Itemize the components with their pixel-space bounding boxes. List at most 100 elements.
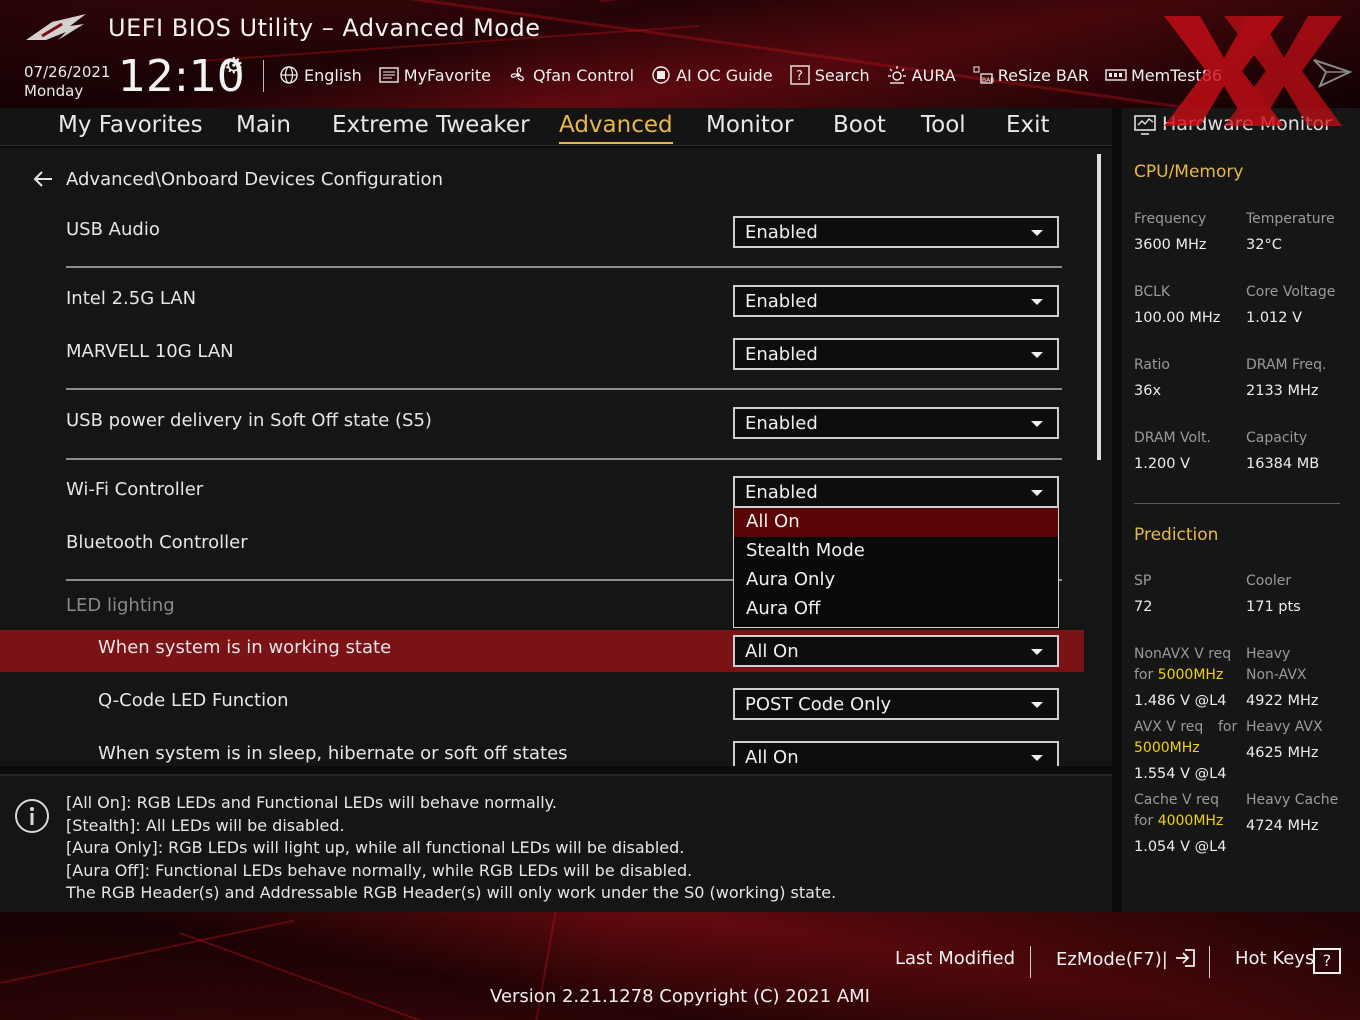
fan-icon xyxy=(510,67,524,82)
tab-tool[interactable]: Tool xyxy=(921,112,966,138)
wifi-controller-label: Wi-Fi Controller xyxy=(66,479,204,500)
sleep-state-dropdown[interactable]: All On xyxy=(733,741,1059,766)
tab-extreme-tweaker[interactable]: Extreme Tweaker xyxy=(332,112,530,138)
usb-audio-dropdown[interactable]: Enabled xyxy=(733,216,1059,248)
sleep-state-value: All On xyxy=(745,747,799,766)
scrollbar[interactable] xyxy=(1097,154,1101,460)
usb-power-s5-value: Enabled xyxy=(745,413,818,434)
chevron-down-icon xyxy=(1031,421,1043,427)
tab-monitor[interactable]: Monitor xyxy=(706,112,793,138)
nonavx-vreq-value: 1.486 V @L4 xyxy=(1134,693,1227,709)
app-title: UEFI BIOS Utility – Advanced Mode xyxy=(108,14,541,42)
help-text: [All On]: RGB LEDs and Functional LEDs w… xyxy=(66,792,836,905)
language-label: English xyxy=(304,65,362,85)
hardware-monitor-panel: Hardware Monitor CPU/Memory Frequency 36… xyxy=(1120,108,1360,912)
heavy-nonavx-key-1: Heavy xyxy=(1246,646,1291,662)
ezmode-button[interactable]: EzMode(F7)| xyxy=(1056,948,1196,970)
ratio-key: Ratio xyxy=(1134,357,1170,373)
dram-freq-value: 2133 MHz xyxy=(1246,383,1319,399)
tab-exit[interactable]: Exit xyxy=(1006,112,1050,138)
search-label: Search xyxy=(814,65,870,85)
heavy-nonavx-key-2: Non-AVX xyxy=(1246,667,1307,683)
language-button[interactable]: English xyxy=(278,65,362,85)
working-state-label: When system is in working state xyxy=(98,637,392,658)
popup-option-all-on[interactable]: All On xyxy=(734,508,1058,537)
chevron-down-icon xyxy=(1031,299,1043,305)
rog-logo xyxy=(26,14,86,40)
aura-label: AURA xyxy=(911,65,956,85)
gear-icon[interactable]: ⚙ xyxy=(224,54,244,79)
svg-text:?: ? xyxy=(796,69,803,84)
usb-audio-label: USB Audio xyxy=(66,219,160,240)
popup-option-aura-off[interactable]: Aura Off xyxy=(734,595,1058,624)
globe-icon xyxy=(280,66,298,84)
avx-target-freq: 5000MHz xyxy=(1134,740,1200,756)
ezmode-label: EzMode(F7)| xyxy=(1056,949,1168,970)
intel-lan-dropdown[interactable]: Enabled xyxy=(733,285,1059,317)
chevron-down-icon xyxy=(1031,702,1043,708)
breadcrumb: Advanced\Onboard Devices Configuration xyxy=(66,169,443,190)
heavy-avx-value: 4625 MHz xyxy=(1246,745,1319,761)
nonavx-target-freq: 5000MHz xyxy=(1157,667,1224,683)
marvell-lan-value: Enabled xyxy=(745,344,818,365)
qfan-control-label: Qfan Control xyxy=(533,65,635,85)
chevron-down-icon xyxy=(1031,755,1043,761)
temperature-key: Temperature xyxy=(1246,211,1335,227)
hot-keys-button[interactable]: Hot Keys xyxy=(1235,948,1314,969)
exit-arrow-icon xyxy=(1175,949,1195,967)
back-arrow-icon[interactable] xyxy=(32,168,54,190)
tab-advanced[interactable]: Advanced xyxy=(559,112,673,144)
favorite-list-icon xyxy=(379,67,399,83)
sp-key: SP xyxy=(1134,573,1152,589)
myfavorite-button[interactable]: MyFavorite xyxy=(378,65,491,85)
capacity-value: 16384 MB xyxy=(1246,456,1320,472)
core-voltage-key: Core Voltage xyxy=(1246,284,1336,300)
core-voltage-value: 1.012 V xyxy=(1246,310,1303,326)
question-box-icon[interactable]: ? xyxy=(1313,948,1341,974)
cache-vreq-key: Cache V req xyxy=(1134,792,1219,808)
frequency-key: Frequency xyxy=(1134,211,1207,227)
heavy-nonavx-value: 4922 MHz xyxy=(1246,693,1319,709)
qcode-led-dropdown[interactable]: POST Code Only xyxy=(733,688,1059,720)
working-state-value: All On xyxy=(745,641,799,662)
marvell-lan-dropdown[interactable]: Enabled xyxy=(733,338,1059,370)
cache-target-freq: 4000MHz xyxy=(1157,813,1224,829)
last-modified-button[interactable]: Last Modified xyxy=(895,948,1015,969)
wifi-controller-dropdown[interactable]: Enabled xyxy=(733,476,1059,508)
ai-oc-guide-button[interactable]: AI OC Guide xyxy=(650,65,773,85)
for-text: for xyxy=(1134,813,1158,829)
qfan-control-button[interactable]: Qfan Control xyxy=(507,65,634,85)
question-box-icon: ? xyxy=(789,65,810,85)
aura-button[interactable]: AURA xyxy=(886,65,956,85)
ai-chip-icon xyxy=(652,66,670,84)
version-text: Version 2.21.1278 Copyright (C) 2021 AMI xyxy=(490,986,870,1007)
sleep-state-label: When system is in sleep, hibernate or so… xyxy=(98,743,568,764)
tab-boot[interactable]: Boot xyxy=(833,112,886,138)
heavy-cache-key: Heavy Cache xyxy=(1246,792,1339,808)
usb-power-s5-label: USB power delivery in Soft Off state (S5… xyxy=(66,410,432,431)
dram-volt-value: 1.200 V xyxy=(1134,456,1191,472)
bclk-value: 100.00 MHz xyxy=(1134,310,1221,326)
tab-my-favorites[interactable]: My Favorites xyxy=(58,112,203,138)
help-line: [Stealth]: All LEDs will be disabled. xyxy=(66,815,345,835)
header-bar: UEFI BIOS Utility – Advanced Mode 07/26/… xyxy=(0,0,1360,108)
marvell-lan-label: MARVELL 10G LAN xyxy=(66,341,234,362)
heavy-avx-key: Heavy AVX xyxy=(1246,719,1323,735)
divider xyxy=(66,458,1062,460)
tab-main[interactable]: Main xyxy=(236,112,291,138)
popup-option-stealth-mode[interactable]: Stealth Mode xyxy=(734,537,1058,566)
cpu-memory-section-title: CPU/Memory xyxy=(1134,162,1244,182)
nonavx-vreq-key: NonAVX V req xyxy=(1134,646,1232,662)
resize-bar-button[interactable]: BAR ReSize BAR xyxy=(972,65,1089,85)
working-state-dropdown[interactable]: All On xyxy=(733,635,1059,667)
dram-freq-key: DRAM Freq. xyxy=(1246,357,1327,373)
date-display: 07/26/2021 Monday xyxy=(24,63,110,101)
for-text: for xyxy=(1134,667,1158,683)
popup-option-aura-only[interactable]: Aura Only xyxy=(734,566,1058,595)
search-button[interactable]: ? Search xyxy=(789,65,870,85)
help-line: [Aura Only]: RGB LEDs will light up, whi… xyxy=(66,838,685,857)
bluetooth-controller-label: Bluetooth Controller xyxy=(66,532,248,553)
prediction-section-title: Prediction xyxy=(1134,525,1219,545)
usb-power-s5-dropdown[interactable]: Enabled xyxy=(733,407,1059,439)
toolbar: English MyFavorite Qfan Control AI OC Gu… xyxy=(278,62,1238,88)
